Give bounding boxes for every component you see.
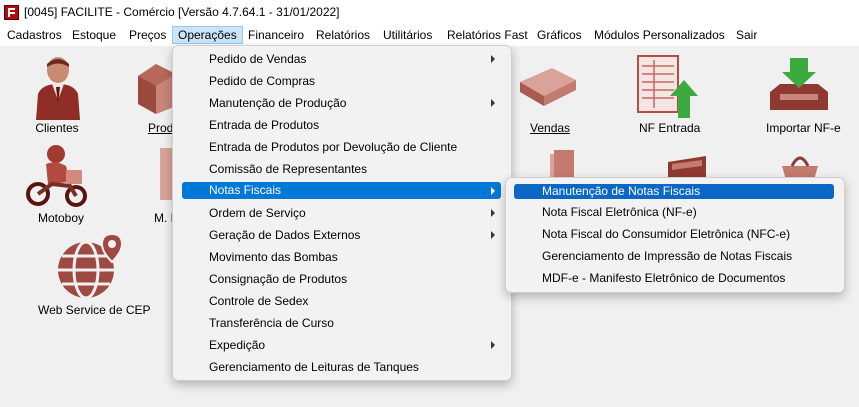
menu-relatorios-fast[interactable]: Relatórios Fast [447,28,528,42]
motorcycle-courier-icon [26,145,87,207]
submenu-item-mdfe[interactable]: MDF-e - Manifesto Eletrônico de Document… [506,268,842,288]
globe-location-icon [58,232,124,300]
menu-item-entrada-devolucao-cliente[interactable]: Entrada de Produtos por Devolução de Cli… [173,137,509,157]
submenu-arrow-icon [491,55,495,63]
menu-item-notas-fiscais[interactable]: Notas Fiscais [182,182,501,199]
menu-utilitarios[interactable]: Utilitários [383,28,432,42]
shortcut-nf-entrada[interactable]: NF Entrada [626,50,706,140]
shortcut-nf-entrada-label: NF Entrada [639,121,701,135]
menu-item-consignacao-de-produtos[interactable]: Consignação de Produtos [173,269,509,289]
product-box-icon [138,64,176,114]
submenu-item-gerenciamento-impressao[interactable]: Gerenciamento de Impressão de Notas Fisc… [506,246,842,266]
submenu-item-nfce[interactable]: Nota Fiscal do Consumidor Eletrônica (NF… [506,224,842,244]
window-title: [0045] FACILITE - Comércio [Versão 4.7.6… [24,5,340,19]
shortcut-motoboy-label: Motoboy [38,211,85,225]
submenu-item-manutencao-notas-fiscais[interactable]: Manutenção de Notas Fiscais [514,184,834,199]
shortcut-web-service-cep[interactable]: Web Service de CEP [30,228,154,320]
menu-item-manutencao-de-producao[interactable]: Manutenção de Produção [173,93,509,113]
invoice-entry-icon [637,55,698,118]
app-logo-icon[interactable] [4,5,19,20]
menu-financeiro[interactable]: Financeiro [248,28,304,42]
shortcut-vendas-label: Vendas [530,121,571,135]
menu-bar: Cadastros Estoque Preços Operações Finan… [0,25,859,46]
menu-precos[interactable]: Preços [129,28,166,42]
menu-item-expedicao[interactable]: Expedição [173,335,509,355]
menu-item-controle-de-sedex[interactable]: Controle de Sedex [173,291,509,311]
submenu-item-nfe[interactable]: Nota Fiscal Eletrônica (NF-e) [506,202,842,222]
title-bar: [0045] FACILITE - Comércio [Versão 4.7.6… [0,0,859,25]
notas-fiscais-submenu: Manutenção de Notas Fiscais Nota Fiscal … [505,177,845,293]
menu-estoque[interactable]: Estoque [72,28,116,42]
shortcut-produtos-label: Prod [148,121,174,135]
menu-item-movimento-das-bombas[interactable]: Movimento das Bombas [173,247,509,267]
menu-relatorios[interactable]: Relatórios [316,28,370,42]
menu-item-entrada-de-produtos[interactable]: Entrada de Produtos [173,115,509,135]
shortcut-motoboy[interactable]: Motoboy [18,140,102,230]
menu-sair[interactable]: Sair [736,28,757,42]
submenu-arrow-icon [491,231,495,239]
submenu-arrow-icon [491,187,495,195]
menu-item-transferencia-de-curso[interactable]: Transferência de Curso [173,313,509,333]
menu-item-gerenciamento-leituras-tanques[interactable]: Gerenciamento de Leituras de Tanques [173,357,509,377]
shortcut-vendas[interactable]: Vendas [510,50,588,140]
basket-icon[interactable] [780,150,820,180]
operacoes-dropdown-menu: Pedido de Vendas Pedido de Compras Manut… [172,45,512,381]
submenu-arrow-icon [491,99,495,107]
shortcut-importar-nfe[interactable]: Importar NF-e [758,50,844,140]
shortcut-web-service-cep-label: Web Service de CEP [38,303,151,317]
shortcut-clientes[interactable]: Clientes [12,50,102,140]
import-tray-icon [770,58,828,110]
submenu-arrow-icon [491,209,495,217]
shortcut-clientes-label: Clientes [35,121,79,135]
menu-item-ordem-de-servico[interactable]: Ordem de Serviço [173,203,509,223]
menu-item-pedido-de-vendas[interactable]: Pedido de Vendas [173,49,509,69]
client-person-icon [36,57,80,120]
shortcut-importar-nfe-label: Importar NF-e [766,121,841,135]
menu-graficos[interactable]: Gráficos [537,28,582,42]
menu-item-pedido-de-compras[interactable]: Pedido de Compras [173,71,509,91]
submenu-arrow-icon [491,341,495,349]
menu-modulos-personalizados[interactable]: Módulos Personalizados [594,28,725,42]
menu-item-geracao-dados-externos[interactable]: Geração de Dados Externos [173,225,509,245]
sales-cash-register-icon [520,64,576,106]
menu-operacoes[interactable]: Operações [172,26,243,44]
menu-cadastros[interactable]: Cadastros [7,28,62,42]
menu-item-comissao-representantes[interactable]: Comissão de Representantes [173,159,509,179]
shortcut-produtos[interactable]: Prod [136,50,176,140]
